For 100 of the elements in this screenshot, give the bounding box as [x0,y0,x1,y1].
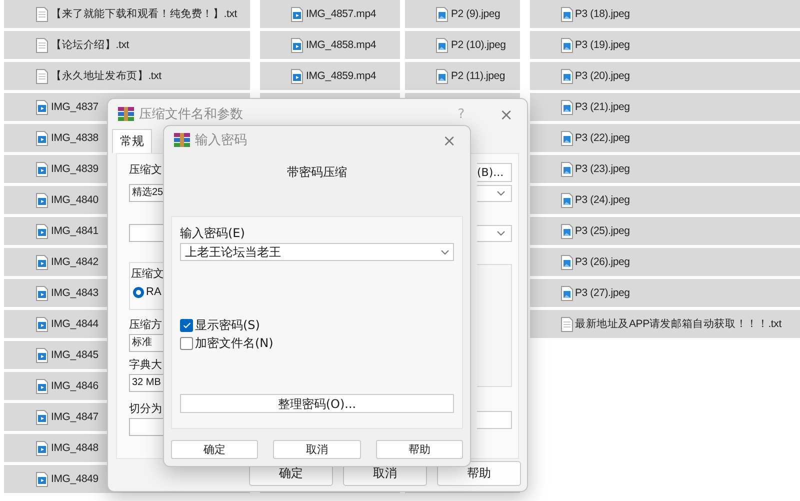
checkbox-label: 加密文件名(N) [195,336,274,350]
video-file-icon [36,440,48,456]
file-name: IMG_4837 [51,101,98,113]
group-title: 压缩文 [131,267,163,281]
file-name: P2 (10).jpeg [451,39,506,51]
radio-label: RA [146,285,162,299]
file-name: IMG_4846 [51,380,98,392]
file-name: IMG_4844 [51,318,98,330]
file-name: P2 (9).jpeg [451,8,500,20]
window-title: 压缩文件名和参数 [139,106,243,123]
checkbox[interactable] [180,336,193,350]
document-icon [36,6,48,22]
file-tile[interactable]: P3 (18).jpeg [530,0,800,28]
file-tile[interactable]: P2 (9).jpeg [405,0,520,28]
dialog-heading: 带密码压缩 [286,164,348,181]
document-icon [36,68,48,84]
file-tile[interactable]: 【论坛介绍】.txt [4,31,250,59]
file-tile[interactable]: P3 (20).jpeg [530,62,800,90]
tab[interactable]: 常规 [112,129,152,153]
video-file-icon [291,38,303,52]
file-tile[interactable]: P3 (23).jpeg [530,155,800,183]
file-name: P3 (23).jpeg [575,163,630,175]
file-name: P3 (20).jpeg [575,70,630,82]
file-tile[interactable]: P2 (10).jpeg [405,31,520,59]
video-file-icon [36,192,48,208]
file-tile[interactable]: 【永久地址发布页】.txt [4,62,250,90]
image-file-icon [561,68,573,84]
file-tile[interactable]: P3 (25).jpeg [530,217,800,245]
dialog-button[interactable]: 帮助 [376,440,463,459]
password-field[interactable]: 上老王论坛当老王 [180,243,454,261]
file-tile[interactable]: P3 (21).jpeg [530,93,800,121]
split-field[interactable] [129,418,163,436]
dropdown-caret-icon [497,231,505,236]
image-file-icon [561,100,573,114]
video-file-icon [36,130,48,146]
file-name: P3 (22).jpeg [575,132,630,144]
file-tile[interactable]: IMG_4859.mp4 [260,62,400,90]
checkbox[interactable] [180,318,193,332]
file-name: IMG_4842 [51,256,98,268]
file-tile[interactable]: P2 (11).jpeg [405,62,520,90]
browse-button[interactable]: (B)... [477,163,512,182]
file-name: IMG_4841 [51,225,98,237]
file-name: IMG_4838 [51,132,98,144]
file-name: P3 (19).jpeg [575,39,630,51]
video-file-icon [36,254,48,270]
dialog-button[interactable]: 确定 [171,440,258,459]
dropdown[interactable] [477,185,512,202]
image-file-icon [436,6,448,22]
image-file-icon [561,38,573,52]
image-file-icon [561,192,573,208]
method-dropdown[interactable]: 标准 [129,334,163,352]
document-icon [36,38,48,52]
file-tile[interactable]: 最新地址及APP请发邮箱自动获取！！！.txt [530,310,800,338]
file-name: 【论坛介绍】.txt [51,38,130,52]
file-name: IMG_4843 [51,287,98,299]
file-name: P3 (24).jpeg [575,194,630,206]
file-name: IMG_4839 [51,163,98,175]
close-button[interactable]: × [494,104,519,124]
video-file-icon [291,6,303,22]
close-button[interactable]: × [436,130,462,150]
file-name: IMG_4858.mp4 [306,39,376,51]
dialog-button[interactable]: 取消 [273,440,361,459]
file-name: P3 (27).jpeg [575,287,630,299]
video-file-icon [36,410,48,424]
file-name: IMG_4840 [51,194,98,206]
field-label: 压缩方 [129,318,163,332]
file-tile[interactable]: IMG_4857.mp4 [260,0,400,28]
archive-name-field[interactable]: 精选25 [129,184,163,202]
dropdown[interactable] [477,225,512,242]
video-file-icon [291,68,303,84]
video-file-icon [36,224,48,238]
file-name: IMG_4857.mp4 [306,8,376,20]
file-tile[interactable]: P3 (27).jpeg [530,279,800,307]
video-file-icon [36,100,48,114]
file-name: 最新地址及APP请发邮箱自动获取！！！.txt [575,317,782,331]
file-tile[interactable]: P3 (19).jpeg [530,31,800,59]
organize-passwords-button[interactable]: 整理密码(O)... [180,394,454,413]
input-field[interactable] [477,411,512,429]
dialog-button[interactable]: 帮助 [437,461,521,486]
file-tile[interactable]: P3 (24).jpeg [530,186,800,214]
video-file-icon [36,348,48,362]
image-file-icon [436,38,448,52]
image-file-icon [561,286,573,300]
file-tile[interactable]: 【来了就能下载和观看！纯免费！】.txt [4,0,250,28]
image-file-icon [561,162,573,176]
document-icon [561,316,573,332]
video-file-icon [36,316,48,332]
archive-app-icon [174,133,190,147]
file-tile[interactable]: IMG_4858.mp4 [260,31,400,59]
file-name: IMG_4847 [51,411,98,423]
input-field[interactable] [129,224,163,242]
dictionary-dropdown[interactable]: 32 MB [129,374,163,392]
file-name: IMG_4849 [51,473,98,485]
file-tile[interactable]: P3 (26).jpeg [530,248,800,276]
video-file-icon [36,472,48,486]
file-name: P3 (25).jpeg [575,225,630,237]
field-label: 压缩文 [129,163,163,177]
file-tile[interactable]: P3 (22).jpeg [530,124,800,152]
radio-button[interactable] [133,286,144,298]
archive-app-icon [118,107,134,121]
